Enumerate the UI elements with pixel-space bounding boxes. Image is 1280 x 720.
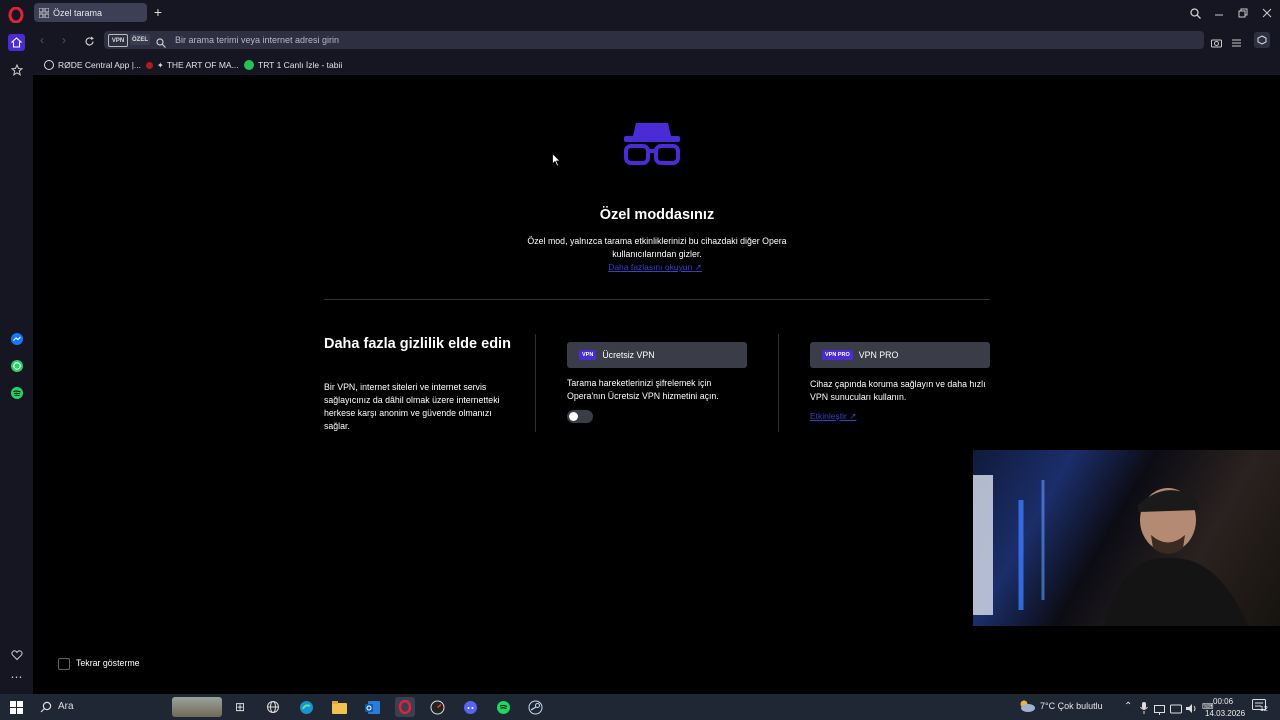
- close-icon[interactable]: [1258, 4, 1276, 22]
- external-link-icon: ↗: [694, 262, 702, 272]
- tab-title: Özel tarama: [53, 7, 103, 18]
- taskbar-search-label[interactable]: Ara: [58, 701, 74, 712]
- opera-logo-icon[interactable]: [8, 7, 24, 23]
- whatsapp-icon[interactable]: [8, 357, 25, 374]
- privacy-heading: Daha fazla gizlilik elde edin: [324, 336, 511, 352]
- file-explorer-icon[interactable]: [331, 699, 347, 715]
- activate-link[interactable]: Etkinleştir ↗: [810, 411, 856, 422]
- search-input[interactable]: [175, 32, 1195, 48]
- dont-show-label[interactable]: Tekrar gösterme: [76, 658, 140, 668]
- bookmark-trt[interactable]: TRT 1 Canlı İzle - tabii: [244, 58, 342, 72]
- steam-icon[interactable]: [527, 699, 543, 715]
- forward-icon[interactable]: ›: [62, 33, 66, 47]
- outlook-icon[interactable]: [364, 699, 380, 715]
- discord-icon[interactable]: [462, 699, 478, 715]
- restore-icon[interactable]: [1234, 4, 1252, 22]
- privacy-text: Bir VPN, internet siteleri ve internet s…: [324, 382, 500, 431]
- windows-start-icon[interactable]: [8, 699, 24, 715]
- tab-private-browsing[interactable]: Özel tarama: [34, 3, 147, 22]
- onedrive-icon[interactable]: [1170, 701, 1182, 719]
- vpn-pro-label: VPN PRO: [858, 350, 899, 360]
- spotify-icon[interactable]: [8, 384, 25, 401]
- private-mode-description: Özel mod, yalnızca tarama etkinliklerini…: [527, 236, 787, 259]
- divider: [324, 299, 990, 300]
- weather-cloud-icon[interactable]: [1018, 699, 1036, 718]
- task-view-icon[interactable]: ⊞: [232, 699, 248, 715]
- page-title: Özel moddasınız: [599, 207, 715, 223]
- weather-text[interactable]: 7°C Çok bulutlu: [1040, 701, 1103, 711]
- volume-icon[interactable]: [1186, 701, 1198, 719]
- title-bar: [0, 0, 1280, 26]
- learn-more-link[interactable]: Daha fazlasını okuyun ↗: [580, 262, 730, 273]
- minimize-icon[interactable]: [1210, 4, 1228, 22]
- search-tabs-icon[interactable]: [1186, 4, 1204, 22]
- taskbar-search-icon[interactable]: [38, 699, 54, 715]
- mouse-cursor-icon: [552, 153, 561, 167]
- back-icon[interactable]: ‹: [40, 33, 44, 47]
- vpn-tag: VPN: [579, 350, 597, 360]
- microphone-icon[interactable]: [1140, 701, 1148, 719]
- incognito-glasses-icon: [624, 123, 680, 165]
- network-icon[interactable]: [1154, 702, 1165, 720]
- dont-show-checkbox[interactable]: [58, 658, 70, 670]
- spotify-taskbar-icon[interactable]: [495, 699, 511, 715]
- home-icon[interactable]: [8, 34, 25, 51]
- free-vpn-text: Tarama hareketlerinizi şifrelemek için O…: [567, 378, 719, 401]
- rode-icon: [44, 60, 54, 70]
- external-link-icon: ↗: [849, 411, 857, 421]
- webcam-overlay: [973, 450, 1280, 626]
- art-icon: [146, 61, 153, 69]
- clock-time[interactable]: 00:06: [1213, 697, 1233, 706]
- gauge-app-icon[interactable]: [429, 699, 445, 715]
- vpn-pro-tag: VPN PRO: [822, 350, 853, 360]
- camera-snapshot-icon[interactable]: [1211, 35, 1222, 53]
- free-vpn-button[interactable]: VPN Ücretsiz VPN: [567, 342, 747, 368]
- column-divider: [778, 334, 779, 432]
- new-tab-plus-icon[interactable]: +: [151, 4, 165, 20]
- bookmark-art-of-ma[interactable]: ✦ THE ART OF MA...: [146, 58, 239, 72]
- vpn-badge[interactable]: VPN: [108, 34, 128, 47]
- private-badge: ÖZEL: [130, 34, 150, 45]
- easy-setup-menu-icon[interactable]: [1231, 35, 1242, 53]
- clock-date[interactable]: 14.03.2026: [1205, 709, 1245, 718]
- search-icon: [156, 35, 166, 53]
- bookmarks-star-icon[interactable]: [8, 61, 25, 78]
- notification-count: 12: [1260, 706, 1268, 713]
- free-vpn-toggle[interactable]: [567, 410, 593, 423]
- extensions-cube-icon[interactable]: [1254, 32, 1270, 48]
- bookmark-rode[interactable]: RØDE Central App |...: [44, 58, 141, 72]
- edge-icon[interactable]: [298, 699, 314, 715]
- browser-globe-icon[interactable]: [265, 699, 281, 715]
- more-dots-icon[interactable]: ⋯: [8, 668, 25, 685]
- vpn-pro-text: Cihaz çapında koruma sağlayın ve daha hı…: [810, 379, 986, 402]
- search-highlight-image[interactable]: [172, 697, 222, 717]
- messenger-icon[interactable]: [8, 330, 25, 347]
- free-vpn-label: Ücretsiz VPN: [602, 350, 655, 360]
- trt-icon: [244, 60, 254, 70]
- favorites-heart-icon[interactable]: [8, 646, 25, 663]
- vpn-pro-button[interactable]: VPN PRO VPN PRO: [810, 342, 990, 368]
- opera-taskbar-icon[interactable]: [395, 697, 415, 717]
- reload-icon[interactable]: [84, 34, 95, 52]
- tab-grid-icon: [39, 7, 49, 18]
- column-divider: [535, 334, 536, 432]
- tray-chevron-up-icon[interactable]: ⌃: [1124, 701, 1132, 712]
